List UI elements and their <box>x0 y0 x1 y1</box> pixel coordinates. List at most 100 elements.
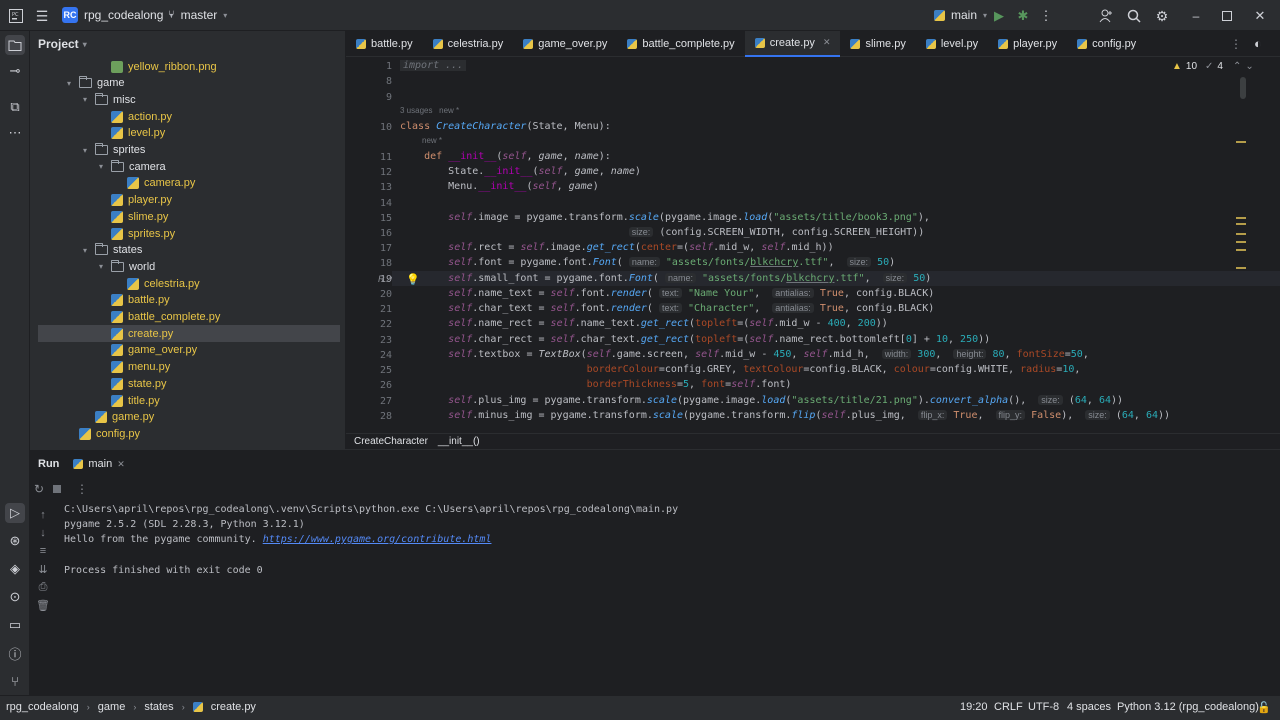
main-menu-icon[interactable]: ☰ <box>34 8 50 24</box>
chevron-down-icon[interactable]: ▾ <box>80 146 90 155</box>
tree-item[interactable]: action.py <box>38 108 340 125</box>
more-icon[interactable]: ⋮ <box>76 482 88 496</box>
terminal-icon[interactable]: ▭ <box>5 615 25 635</box>
close-icon[interactable]: ✕ <box>117 459 125 470</box>
run-tab-main[interactable]: main ✕ <box>73 458 125 470</box>
editor-tab[interactable]: player.py <box>988 31 1067 57</box>
chevron-down-icon[interactable]: ▾ <box>96 262 106 271</box>
code-view[interactable]: import ... 3 usages new * class CreateCh… <box>400 57 1280 437</box>
editor-tab[interactable]: level.py <box>916 31 988 57</box>
tree-item[interactable]: battle_complete.py <box>38 309 340 326</box>
editor-tab[interactable]: battle.py <box>346 31 423 57</box>
tree-item[interactable]: title.py <box>38 392 340 409</box>
editor-tab[interactable]: create.py ✕ <box>744 30 841 57</box>
tree-item[interactable]: ▾ game <box>38 75 340 92</box>
tree-item[interactable]: create.py <box>38 325 340 343</box>
breadcrumb-class[interactable]: CreateCharacter <box>354 436 428 447</box>
editor-tab[interactable]: config.py <box>1067 31 1146 57</box>
lock-icon[interactable]: 🔓 <box>1257 701 1271 714</box>
import-fold[interactable]: import ... <box>400 60 467 71</box>
tree-item[interactable]: camera.py <box>38 175 340 192</box>
minimize-icon[interactable]: – <box>1188 8 1204 24</box>
indent-setting[interactable]: 4 spaces <box>1067 701 1111 713</box>
pygame-contribute-link[interactable]: https://www.pygame.org/contribute.html <box>263 534 492 545</box>
tree-item[interactable]: config.py <box>38 425 340 442</box>
editor-tab[interactable]: battle_complete.py <box>617 31 744 57</box>
tree-item[interactable]: ▾ misc <box>38 91 340 108</box>
trash-icon[interactable]: 🗑 <box>36 598 50 612</box>
usages-hint[interactable]: 3 usages new * <box>400 106 459 115</box>
run-config-selector[interactable]: main ▾ <box>934 8 987 22</box>
tree-item[interactable]: ▾ sprites <box>38 142 340 159</box>
editor-tab[interactable]: game_over.py <box>513 31 617 57</box>
project-tool-icon[interactable] <box>5 35 25 55</box>
git-icon[interactable]: ⑂ <box>5 671 25 691</box>
python-file-icon <box>925 38 936 49</box>
status-path-file[interactable]: create.py <box>211 701 256 713</box>
tree-item[interactable]: ▾ states <box>38 242 340 259</box>
project-panel-header[interactable]: Project ▾ <box>30 31 345 57</box>
run-side-tools: ↑ ↓ ≡ ⇊ ⎙ 🗑 <box>30 478 60 696</box>
chevron-down-icon[interactable]: ▾ <box>64 79 74 88</box>
debug-icon[interactable]: ✱ <box>1015 8 1031 24</box>
chevron-down-icon[interactable]: ▾ <box>80 95 90 104</box>
problems-icon[interactable]: ⓘ <box>5 643 25 663</box>
close-tab-icon[interactable]: ✕ <box>823 37 831 48</box>
status-path-states[interactable]: states <box>144 701 173 713</box>
tree-item[interactable]: battle.py <box>38 292 340 309</box>
tree-item[interactable]: celestria.py <box>38 275 340 292</box>
tabs-more-icon[interactable]: ⋮ <box>1230 37 1242 51</box>
python-packages-icon[interactable]: ⊛ <box>5 531 25 551</box>
breadcrumb-method[interactable]: __init__() <box>438 436 480 447</box>
ai-assistant-icon[interactable]: ◐ <box>1254 36 1262 51</box>
run-icon[interactable]: ▶ <box>991 8 1007 24</box>
run-panel-title[interactable]: Run <box>38 458 59 470</box>
tree-item[interactable]: yellow_ribbon.png <box>38 58 340 75</box>
python-file-icon <box>127 177 139 190</box>
code-line-21: self.char_text = self.font.render( text:… <box>448 303 935 314</box>
services-icon[interactable]: ⊙ <box>5 587 25 607</box>
maximize-icon[interactable] <box>1219 8 1235 24</box>
chevron-down-icon[interactable]: ▾ <box>96 162 106 171</box>
tree-item[interactable]: game_over.py <box>38 342 340 359</box>
layers-icon[interactable]: ◈ <box>5 559 25 579</box>
tree-item[interactable]: sprites.py <box>38 225 340 242</box>
tree-item[interactable]: level.py <box>38 125 340 142</box>
tree-item[interactable]: state.py <box>38 375 340 392</box>
caret-position[interactable]: 19:20 <box>960 701 988 713</box>
chevron-down-icon[interactable]: ▾ <box>80 246 90 255</box>
tree-item[interactable]: slime.py <box>38 208 340 225</box>
status-path-game[interactable]: game <box>98 701 126 713</box>
tree-item-label: battle_complete.py <box>128 311 221 323</box>
editor-tab[interactable]: celestria.py <box>423 31 514 57</box>
status-path-project[interactable]: rpg_codealong <box>6 701 79 713</box>
tree-item[interactable]: ▾ camera <box>38 158 340 175</box>
gear-icon[interactable]: ⚙ <box>1154 8 1170 24</box>
scroll-to-end-icon[interactable]: ⇊ <box>36 562 50 576</box>
line-separator[interactable]: CRLF <box>994 701 1023 713</box>
structure-tool-icon[interactable]: ⧉ <box>5 97 25 117</box>
python-interpreter[interactable]: Python 3.12 (rpg_codealong) <box>1117 701 1259 713</box>
project-switcher[interactable]: RC rpg_codealong ▾ <box>62 7 173 23</box>
file-encoding[interactable]: UTF-8 <box>1028 701 1059 713</box>
tree-item[interactable]: ▾ world <box>38 258 340 275</box>
tree-item[interactable]: menu.py <box>38 359 340 376</box>
add-user-icon[interactable] <box>1098 8 1114 24</box>
close-icon[interactable]: ✕ <box>1252 8 1268 24</box>
app-logo-icon[interactable]: PC <box>8 8 24 24</box>
editor-tab[interactable]: slime.py <box>840 31 915 57</box>
tree-item[interactable]: game.py <box>38 409 340 426</box>
tree-item[interactable]: player.py <box>38 192 340 209</box>
run-tool-icon[interactable]: ▷ <box>5 503 25 523</box>
search-icon[interactable] <box>1126 8 1142 24</box>
arrow-down-icon[interactable]: ↓ <box>36 526 50 540</box>
commit-tool-icon[interactable]: ⊸ <box>5 61 25 81</box>
vcs-branch-widget[interactable]: ⑂ master ▾ <box>168 8 227 22</box>
python-file-icon <box>111 110 123 123</box>
print-icon[interactable]: ⎙ <box>36 580 50 594</box>
more-actions-icon[interactable]: ⋮ <box>1038 8 1054 24</box>
reference-icon[interactable]: R↗ <box>378 274 392 285</box>
more-tools-icon[interactable]: ⋯ <box>5 123 25 143</box>
soft-wrap-icon[interactable]: ≡ <box>36 544 50 558</box>
arrow-up-icon[interactable]: ↑ <box>36 508 50 522</box>
